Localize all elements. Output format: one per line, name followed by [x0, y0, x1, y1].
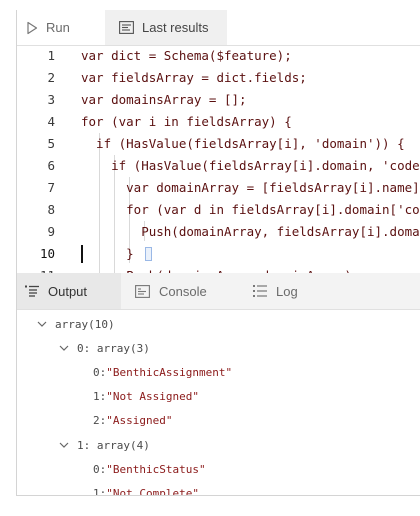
code-text: Push(domainsArray,domainArray) — [81, 265, 352, 273]
top-tab-bar: Run Last results — [17, 10, 420, 46]
tree-leaf: 1: "Not Assigned" — [93, 386, 199, 406]
chevron-down-icon — [59, 345, 73, 351]
tree-leaf: 0: "BenthicAssignment" — [93, 362, 232, 382]
code-text: for (var d in fieldsArray[i].domain['cod… — [126, 202, 420, 217]
line-number: 9 — [47, 224, 55, 239]
leaf-value: "Not Complete" — [106, 486, 199, 496]
bracket-match-highlight — [145, 247, 152, 261]
tree-node-root[interactable]: array(10) — [37, 314, 115, 334]
line-number: 6 — [47, 158, 55, 173]
line-number: 3 — [47, 92, 55, 107]
leaf-key: 1: — [93, 486, 107, 496]
chevron-down-icon — [59, 442, 73, 448]
play-icon — [26, 21, 38, 35]
line-number: 10 — [39, 246, 55, 261]
tree-node-group[interactable]: 0: array(3) — [59, 338, 150, 358]
output-tree: array(10) 0: array(3) 0: "BenthicAssignm… — [17, 309, 420, 496]
tree-leaf: 0: "BenthicStatus" — [93, 459, 206, 479]
tree-node-group[interactable]: 1: array(4) — [59, 435, 150, 455]
code-text: for (var i in fieldsArray) { — [81, 114, 292, 129]
leaf-key: 1: — [93, 389, 107, 403]
leaf-value: "Assigned" — [106, 413, 173, 427]
tab-log[interactable]: Log — [253, 273, 298, 309]
code-line: 3 var domainsArray = []; — [17, 89, 420, 111]
code-line-active: 10 } — [17, 243, 420, 265]
output-tab-label: Output — [48, 283, 88, 299]
tree-leaf: 1: "Not Complete" — [93, 483, 199, 496]
leaf-value: "BenthicStatus" — [106, 462, 206, 476]
code-text: } — [81, 246, 134, 261]
line-number: 1 — [47, 48, 55, 63]
line-number: 2 — [47, 70, 55, 85]
code-line: 8 for (var d in fieldsArray[i].domain['c… — [17, 199, 420, 221]
text-cursor — [81, 245, 83, 263]
tree-node-label: 1: array(4) — [77, 438, 150, 452]
line-number: 4 — [47, 114, 55, 129]
line-number: 5 — [47, 136, 55, 151]
leaf-key: 0: — [93, 365, 107, 379]
run-label: Run — [46, 20, 70, 35]
leaf-value: "Not Assigned" — [106, 389, 199, 403]
code-text: Push(domainArray, fieldsArray[i].domain[… — [81, 224, 420, 239]
code-line: 1 var dict = Schema($feature); — [17, 45, 420, 67]
code-line: 9 Push(domainArray, fieldsArray[i].domai… — [17, 221, 420, 243]
line-number: 8 — [47, 202, 55, 217]
tree-leaf: 2: "Assigned" — [93, 410, 172, 430]
output-tab-bar: Output Console Log — [17, 273, 420, 310]
code-text: var dict = Schema($feature); — [81, 48, 292, 63]
code-text: var fieldsArray = dict.fields; — [81, 70, 307, 85]
tree-node-label: 0: array(3) — [77, 341, 150, 355]
run-button[interactable]: Run — [26, 10, 70, 45]
code-line: 4 for (var i in fieldsArray) { — [17, 111, 420, 133]
code-editor[interactable]: 1 var dict = Schema($feature); 2 var field… — [17, 45, 420, 273]
code-line: 6 if (HasValue(fieldsArray[i].domain, 'c… — [17, 155, 420, 177]
code-line: 2 var fieldsArray = dict.fields; — [17, 67, 420, 89]
results-icon — [119, 21, 134, 34]
log-tab-label: Log — [276, 283, 298, 299]
code-text: var domainArray = [fieldsArray[i].name] — [81, 180, 420, 195]
line-number: 7 — [47, 180, 55, 195]
tab-output[interactable]: Output — [17, 273, 121, 309]
code-line: 5 if (HasValue(fieldsArray[i], 'domain')… — [17, 133, 420, 155]
tab-last-results[interactable]: Last results — [105, 10, 227, 45]
leaf-key: 2: — [93, 413, 107, 427]
code-text: if (HasValue(fieldsArray[i].domain, 'cod… — [111, 158, 420, 173]
last-results-label: Last results — [142, 20, 209, 35]
chevron-down-icon — [37, 321, 51, 327]
line-number: 11 — [17, 265, 55, 273]
console-icon — [135, 284, 150, 298]
log-icon — [253, 284, 267, 298]
code-text: if (HasValue(fieldsArray[i], 'domain')) … — [81, 136, 405, 151]
code-line: 11 Push(domainsArray,domainArray) — [17, 265, 420, 273]
tab-console[interactable]: Console — [135, 273, 207, 309]
leaf-value: "BenthicAssignment" — [106, 365, 233, 379]
output-list-icon — [25, 285, 39, 297]
code-text: var domainsArray = []; — [81, 92, 247, 107]
leaf-key: 0: — [93, 462, 107, 476]
code-line: 7 var domainArray = [fieldsArray[i].name… — [17, 177, 420, 199]
tree-node-label: array(10) — [55, 317, 115, 331]
arcade-editor-panel: Run Last results 1 var dict = Schema($fea… — [16, 10, 420, 496]
console-tab-label: Console — [159, 283, 207, 299]
